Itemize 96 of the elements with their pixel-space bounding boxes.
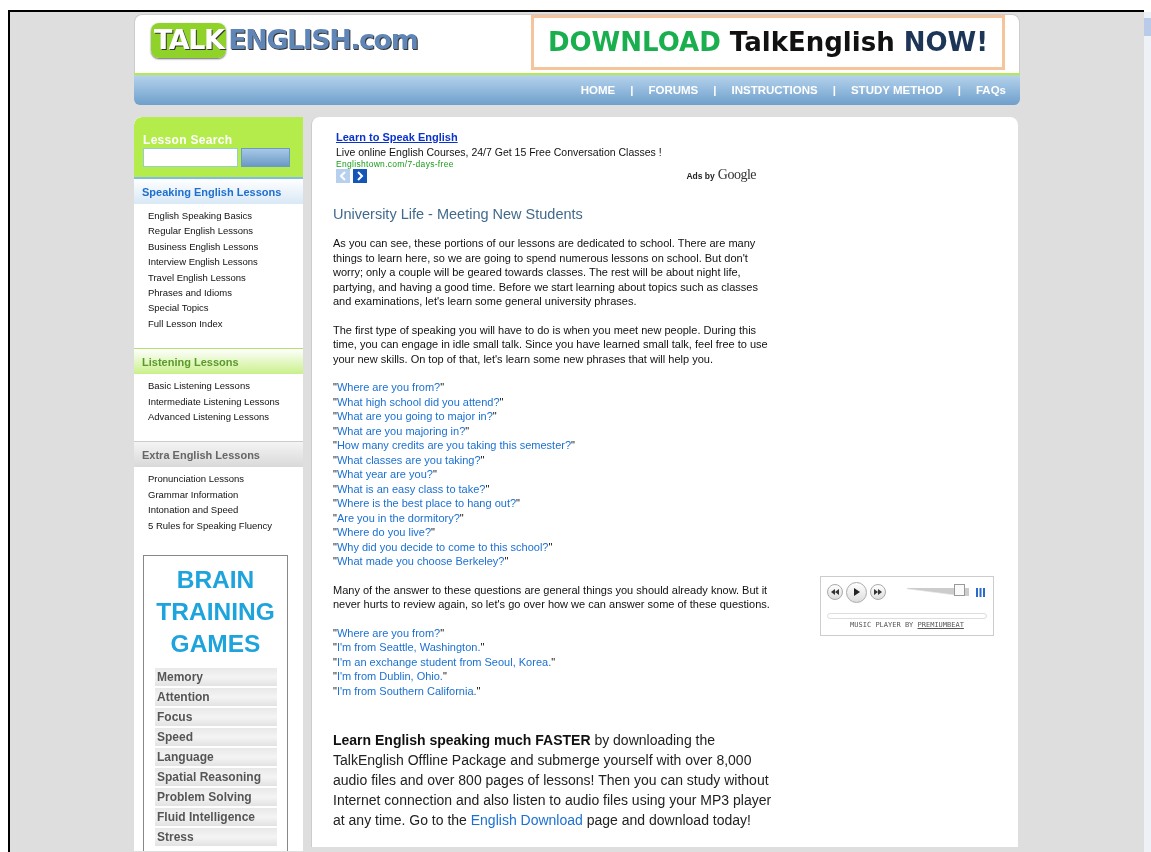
game-category[interactable]: Fluid Intelligence: [155, 808, 277, 827]
phrase-link[interactable]: What are you majoring in?: [336, 424, 466, 437]
phrase-line: "I'm an exchange student from Seoul, Korea.": [333, 654, 557, 669]
chevron-left-icon: [339, 171, 347, 181]
volume-bars-icon: [976, 587, 985, 597]
phrase-link[interactable]: Where is the best place to hang out?: [336, 497, 517, 509]
play-icon: [853, 588, 860, 596]
phrase-link[interactable]: Are you in the dormitory?: [336, 511, 460, 524]
search-field[interactable]: [143, 148, 238, 167]
brain-training-ad[interactable]: BRAIN TRAINING GAMES Memory Attention Focus Speed Language Spatial Reasoning Problem Solving Fluid Intelligence Stress: [143, 555, 288, 851]
nav-separator: |: [956, 84, 962, 96]
game-category[interactable]: Spatial Reasoning: [155, 768, 277, 787]
phrase-line: "What are you going to major in?": [333, 409, 498, 424]
article-title: University Life - Meeting New Students: [333, 206, 584, 222]
phrase-line: "I'm from Dublin, Ohio.": [333, 669, 448, 684]
nav-separator: |: [629, 84, 635, 96]
phrase-line: "Why did you decide to come to this school?": [333, 539, 554, 554]
ad-link[interactable]: Learn to Speak English: [336, 131, 458, 143]
lesson-link[interactable]: Intonation and Speed: [148, 502, 303, 518]
download-banner[interactable]: DOWNLOAD TalkEnglish NOW!: [531, 15, 1005, 70]
lesson-link[interactable]: Business English Lessons: [148, 238, 303, 255]
lesson-link[interactable]: Grammar Information: [148, 486, 303, 503]
phrase-link[interactable]: Where are you from?: [336, 381, 441, 393]
lesson-link[interactable]: Advanced Listening Lessons: [148, 409, 303, 425]
site-logo[interactable]: TALK ENGLISH.com: [149, 23, 420, 59]
phrase-line: "Are you in the dormitory?": [333, 510, 465, 525]
section-header: Speaking English Lessons: [134, 179, 303, 204]
lesson-link[interactable]: Pronunciation Lessons: [148, 471, 303, 487]
article-paragraph: The first type of speaking you will have to do is when you meet new people. During this time, you can engage in idle small talk. Since you have learned small talk, feel free to use your new skills. On top of that, let's learn some new phrases that will help you.: [333, 322, 769, 366]
phrase-link[interactable]: Why did you decide to come to this school?: [336, 540, 549, 553]
game-category[interactable]: Focus: [155, 708, 277, 727]
chevron-right-icon: [356, 171, 364, 181]
promo-paragraph: Learn English speaking much FASTER by downloading the TalkEnglish Offline Package and submerge yourself with over 8,000 audio files and over 800 pages of lessons! Then you can study without Internet connection and also listen to audio files using your MP3 player at any time. Go to the English Download page and download today!: [333, 731, 773, 830]
rewind-button[interactable]: [827, 584, 843, 600]
phrase-link[interactable]: I'm an exchange student from Seoul, Korea.: [336, 655, 552, 668]
lesson-link[interactable]: Phrases and Idioms: [148, 285, 303, 301]
phrase-line: "What classes are you taking?": [333, 452, 486, 467]
lesson-link[interactable]: Intermediate Listening Lessons: [148, 393, 303, 410]
phrase-line: "What is an easy class to take?": [333, 481, 491, 496]
phrase-link[interactable]: What classes are you taking?: [336, 453, 481, 466]
phrase-line: "What are you majoring in?": [333, 423, 471, 438]
section-header: Listening Lessons: [134, 348, 303, 375]
nav-separator: |: [831, 84, 837, 96]
phrase-link[interactable]: I'm from Southern California.: [336, 684, 477, 697]
rewind-icon: [831, 589, 839, 595]
search-title: Lesson Search: [143, 133, 234, 147]
fast-forward-icon: [874, 589, 882, 595]
game-category[interactable]: Language: [155, 748, 277, 767]
phrase-link[interactable]: I'm from Dublin, Ohio.: [336, 670, 443, 682]
game-category[interactable]: Speed: [155, 728, 277, 747]
ad-title: BRAIN TRAINING GAMES: [155, 565, 276, 660]
phrase-line: "What made you choose Berkeley?": [333, 554, 510, 569]
volume-thumb[interactable]: [954, 584, 966, 596]
phrase-line: "How many credits are you taking this semester?": [333, 438, 576, 453]
phrase-line: "Where are you from?": [333, 625, 446, 640]
lesson-link[interactable]: English Speaking Basics: [148, 208, 303, 224]
game-category[interactable]: Attention: [155, 688, 277, 707]
lesson-link[interactable]: Full Lesson Index: [148, 315, 303, 332]
phrase-link[interactable]: What is an easy class to take?: [336, 482, 486, 495]
game-category[interactable]: Stress: [155, 827, 277, 847]
phrase-line: "What year are you?": [333, 467, 438, 482]
phrase-line: "Where is the best place to hang out?": [333, 496, 521, 511]
english-download-link[interactable]: English Download: [470, 812, 583, 828]
phrase-link[interactable]: What high school did you attend?: [336, 395, 500, 408]
article-paragraph: As you can see, these portions of our lessons are dedicated to school. There are many things to learn here, so we are going to spend numerous lessons on school. But don't worry; only a couple will be geared towards classes. The rest will be about night life, partying, and having a good time. Before we start learning about topics such as classes and examinations, let's learn some general university phrases.: [333, 236, 759, 309]
phrase-line: "What high school did you attend?": [333, 394, 505, 409]
article-paragraph: Many of the answer to these questions are general things you should already know. But it never hurts to review again, so let's go over how we can answer some of these questions.: [333, 582, 771, 612]
phrase-link[interactable]: What year are you?: [336, 468, 433, 480]
phrase-line: "I'm from Southern California.": [333, 683, 482, 698]
lesson-link[interactable]: Interview English Lessons: [148, 254, 303, 270]
search-button[interactable]: [241, 148, 290, 167]
play-button[interactable]: [846, 581, 867, 603]
fast-forward-button[interactable]: [870, 584, 886, 600]
lesson-link[interactable]: Travel English Lessons: [148, 269, 303, 286]
phrase-link[interactable]: I'm from Seattle, Washington.: [336, 641, 481, 653]
phrase-line: "Where are you from?": [333, 380, 446, 395]
ads-by-label: Ads by: [686, 171, 715, 181]
phrase-link[interactable]: What are you going to major in?: [336, 410, 493, 422]
next-ad-button[interactable]: [353, 169, 367, 183]
game-category[interactable]: Memory: [155, 668, 277, 687]
phrase-link[interactable]: How many credits are you taking this semester?: [336, 439, 572, 451]
phrase-link[interactable]: What made you choose Berkeley?: [336, 555, 505, 567]
game-category[interactable]: Problem Solving: [155, 788, 277, 807]
lesson-link[interactable]: Basic Listening Lessons: [148, 378, 303, 394]
section-header: Extra English Lessons: [134, 441, 303, 468]
ad-url[interactable]: Englishtown.com/7-days-free: [336, 159, 756, 169]
phrase-line: "Where do you live?": [333, 525, 436, 540]
ad-text: Live online English Courses, 24/7 Get 15 Free Conversation Classes !: [336, 145, 663, 159]
google-label[interactable]: Google: [717, 167, 756, 183]
phrase-line: "I'm from Seattle, Washington.": [333, 640, 486, 655]
lesson-link[interactable]: Special Topics: [148, 300, 303, 316]
lesson-link[interactable]: 5 Rules for Speaking Fluency: [148, 517, 303, 534]
phrase-link[interactable]: Where do you live?: [336, 526, 432, 538]
lesson-link[interactable]: Regular English Lessons: [148, 223, 303, 239]
nav-separator: |: [712, 84, 718, 96]
phrase-link[interactable]: Where are you from?: [336, 626, 441, 639]
